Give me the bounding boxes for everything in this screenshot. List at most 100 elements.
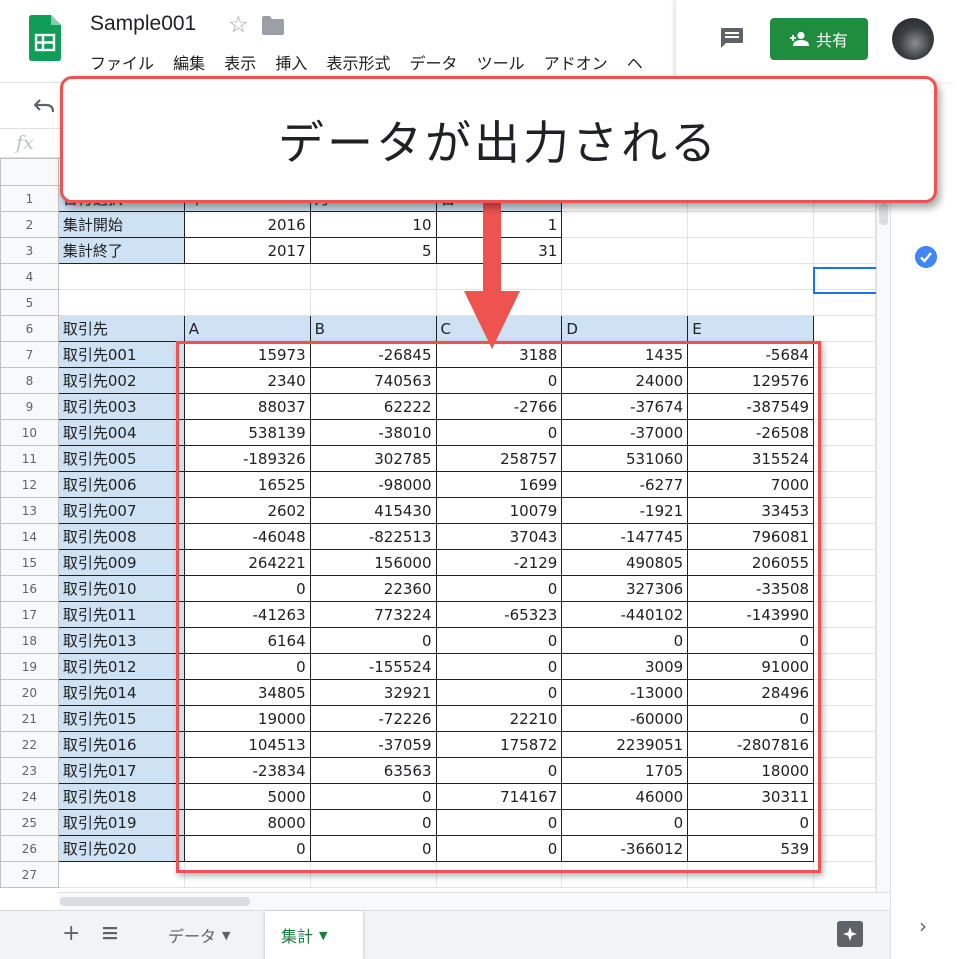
spreadsheet-grid[interactable]: 1日付選択年月日2集計開始20161013集計終了2017531456取引先AB… bbox=[0, 158, 876, 892]
cell[interactable] bbox=[813, 835, 876, 862]
row-header[interactable]: 26 bbox=[0, 835, 59, 862]
client-label-cell[interactable]: 取引先012 bbox=[57, 653, 185, 680]
data-value-cell[interactable]: 264221 bbox=[183, 549, 311, 576]
client-label-cell[interactable]: 取引先003 bbox=[57, 393, 185, 420]
data-value-cell[interactable]: 6164 bbox=[183, 627, 311, 654]
data-value-cell[interactable]: 46000 bbox=[561, 783, 689, 810]
tab-menu-icon[interactable]: ▼ bbox=[222, 929, 230, 942]
data-value-cell[interactable]: -147745 bbox=[561, 523, 689, 550]
tab-menu-icon[interactable]: ▼ bbox=[319, 929, 327, 942]
data-value-cell[interactable]: 7000 bbox=[687, 471, 815, 498]
data-value-cell[interactable]: 15973 bbox=[183, 341, 311, 368]
cell[interactable] bbox=[561, 237, 689, 264]
data-value-cell[interactable]: 0 bbox=[435, 367, 563, 394]
data-value-cell[interactable]: -26508 bbox=[687, 419, 815, 446]
client-label-cell[interactable]: 取引先020 bbox=[57, 835, 185, 862]
data-value-cell[interactable]: 0 bbox=[309, 809, 437, 836]
cell[interactable] bbox=[687, 211, 815, 238]
cell[interactable] bbox=[813, 861, 876, 888]
client-label-cell[interactable]: 取引先002 bbox=[57, 367, 185, 394]
data-value-cell[interactable]: 1705 bbox=[561, 757, 689, 784]
data-value-cell[interactable]: 0 bbox=[435, 757, 563, 784]
data-value-cell[interactable]: 796081 bbox=[687, 523, 815, 550]
menu-help[interactable]: ヘ bbox=[627, 50, 643, 74]
cell[interactable] bbox=[813, 471, 876, 498]
data-value-cell[interactable]: -366012 bbox=[561, 835, 689, 862]
menu-format[interactable]: 表示形式 bbox=[326, 50, 390, 74]
data-value-cell[interactable]: 0 bbox=[435, 419, 563, 446]
data-value-cell[interactable]: 714167 bbox=[435, 783, 563, 810]
data-value-cell[interactable]: -38010 bbox=[309, 419, 437, 446]
data-value-cell[interactable]: 5000 bbox=[183, 783, 311, 810]
cell[interactable] bbox=[813, 341, 876, 368]
data-value-cell[interactable]: 1435 bbox=[561, 341, 689, 368]
data-value-cell[interactable]: 0 bbox=[435, 835, 563, 862]
data-value-cell[interactable]: 538139 bbox=[183, 419, 311, 446]
column-header[interactable] bbox=[0, 158, 59, 186]
client-label-cell[interactable]: 取引先001 bbox=[57, 341, 185, 368]
row-header[interactable]: 13 bbox=[0, 497, 59, 524]
row-header[interactable]: 15 bbox=[0, 549, 59, 576]
cell[interactable] bbox=[813, 419, 876, 446]
data-value-cell[interactable]: 0 bbox=[183, 835, 311, 862]
data-value-cell[interactable]: 2340 bbox=[183, 367, 311, 394]
date-value-cell[interactable]: 2017 bbox=[183, 237, 311, 264]
date-value-cell[interactable]: 10 bbox=[309, 211, 437, 238]
data-value-cell[interactable]: -37674 bbox=[561, 393, 689, 420]
sheets-logo-icon[interactable] bbox=[29, 15, 61, 61]
data-value-cell[interactable]: 8000 bbox=[183, 809, 311, 836]
cell[interactable] bbox=[813, 289, 876, 316]
data-value-cell[interactable]: 0 bbox=[309, 627, 437, 654]
client-label-cell[interactable]: 取引先005 bbox=[57, 445, 185, 472]
cell[interactable] bbox=[435, 861, 563, 888]
data-value-cell[interactable]: -143990 bbox=[687, 601, 815, 628]
client-label-cell[interactable]: 取引先017 bbox=[57, 757, 185, 784]
cell[interactable] bbox=[813, 393, 876, 420]
data-value-cell[interactable]: -5684 bbox=[687, 341, 815, 368]
comment-icon[interactable] bbox=[720, 27, 744, 49]
cell[interactable] bbox=[183, 861, 311, 888]
row-header[interactable]: 9 bbox=[0, 393, 59, 420]
client-label-cell[interactable]: 取引先019 bbox=[57, 809, 185, 836]
data-value-cell[interactable]: 16525 bbox=[183, 471, 311, 498]
data-value-cell[interactable]: 773224 bbox=[309, 601, 437, 628]
data-value-cell[interactable]: -23834 bbox=[183, 757, 311, 784]
share-button[interactable]: 共有 bbox=[770, 18, 868, 60]
data-value-cell[interactable]: 30311 bbox=[687, 783, 815, 810]
row-header[interactable]: 1 bbox=[0, 185, 59, 212]
data-value-cell[interactable]: -98000 bbox=[309, 471, 437, 498]
cell[interactable] bbox=[561, 289, 689, 316]
client-label-cell[interactable]: 取引先011 bbox=[57, 601, 185, 628]
row-header[interactable]: 19 bbox=[0, 653, 59, 680]
data-value-cell[interactable]: 0 bbox=[309, 835, 437, 862]
data-value-cell[interactable]: -13000 bbox=[561, 679, 689, 706]
cell[interactable] bbox=[813, 705, 876, 732]
data-value-cell[interactable]: 0 bbox=[687, 705, 815, 732]
data-value-cell[interactable]: 104513 bbox=[183, 731, 311, 758]
vertical-scrollbar[interactable] bbox=[876, 158, 890, 892]
row-header[interactable]: 18 bbox=[0, 627, 59, 654]
cell[interactable] bbox=[813, 263, 876, 290]
data-header-cell[interactable]: E bbox=[687, 315, 815, 342]
menu-addons[interactable]: アドオン bbox=[544, 50, 608, 74]
cell[interactable] bbox=[687, 237, 815, 264]
cell[interactable] bbox=[813, 445, 876, 472]
data-value-cell[interactable]: 315524 bbox=[687, 445, 815, 472]
cell[interactable] bbox=[57, 263, 185, 290]
data-value-cell[interactable]: 22360 bbox=[309, 575, 437, 602]
data-value-cell[interactable]: 206055 bbox=[687, 549, 815, 576]
data-value-cell[interactable]: -60000 bbox=[561, 705, 689, 732]
cell[interactable] bbox=[309, 289, 437, 316]
data-value-cell[interactable]: -189326 bbox=[183, 445, 311, 472]
cell[interactable] bbox=[813, 601, 876, 628]
cell[interactable] bbox=[813, 367, 876, 394]
menu-edit[interactable]: 編集 bbox=[173, 50, 205, 74]
cell[interactable] bbox=[561, 263, 689, 290]
data-value-cell[interactable]: 62222 bbox=[309, 393, 437, 420]
date-value-cell[interactable]: 2016 bbox=[183, 211, 311, 238]
data-value-cell[interactable]: 10079 bbox=[435, 497, 563, 524]
date-label-cell[interactable]: 集計終了 bbox=[57, 237, 185, 264]
client-label-cell[interactable]: 取引先006 bbox=[57, 471, 185, 498]
avatar[interactable] bbox=[892, 18, 934, 60]
cell[interactable] bbox=[813, 731, 876, 758]
